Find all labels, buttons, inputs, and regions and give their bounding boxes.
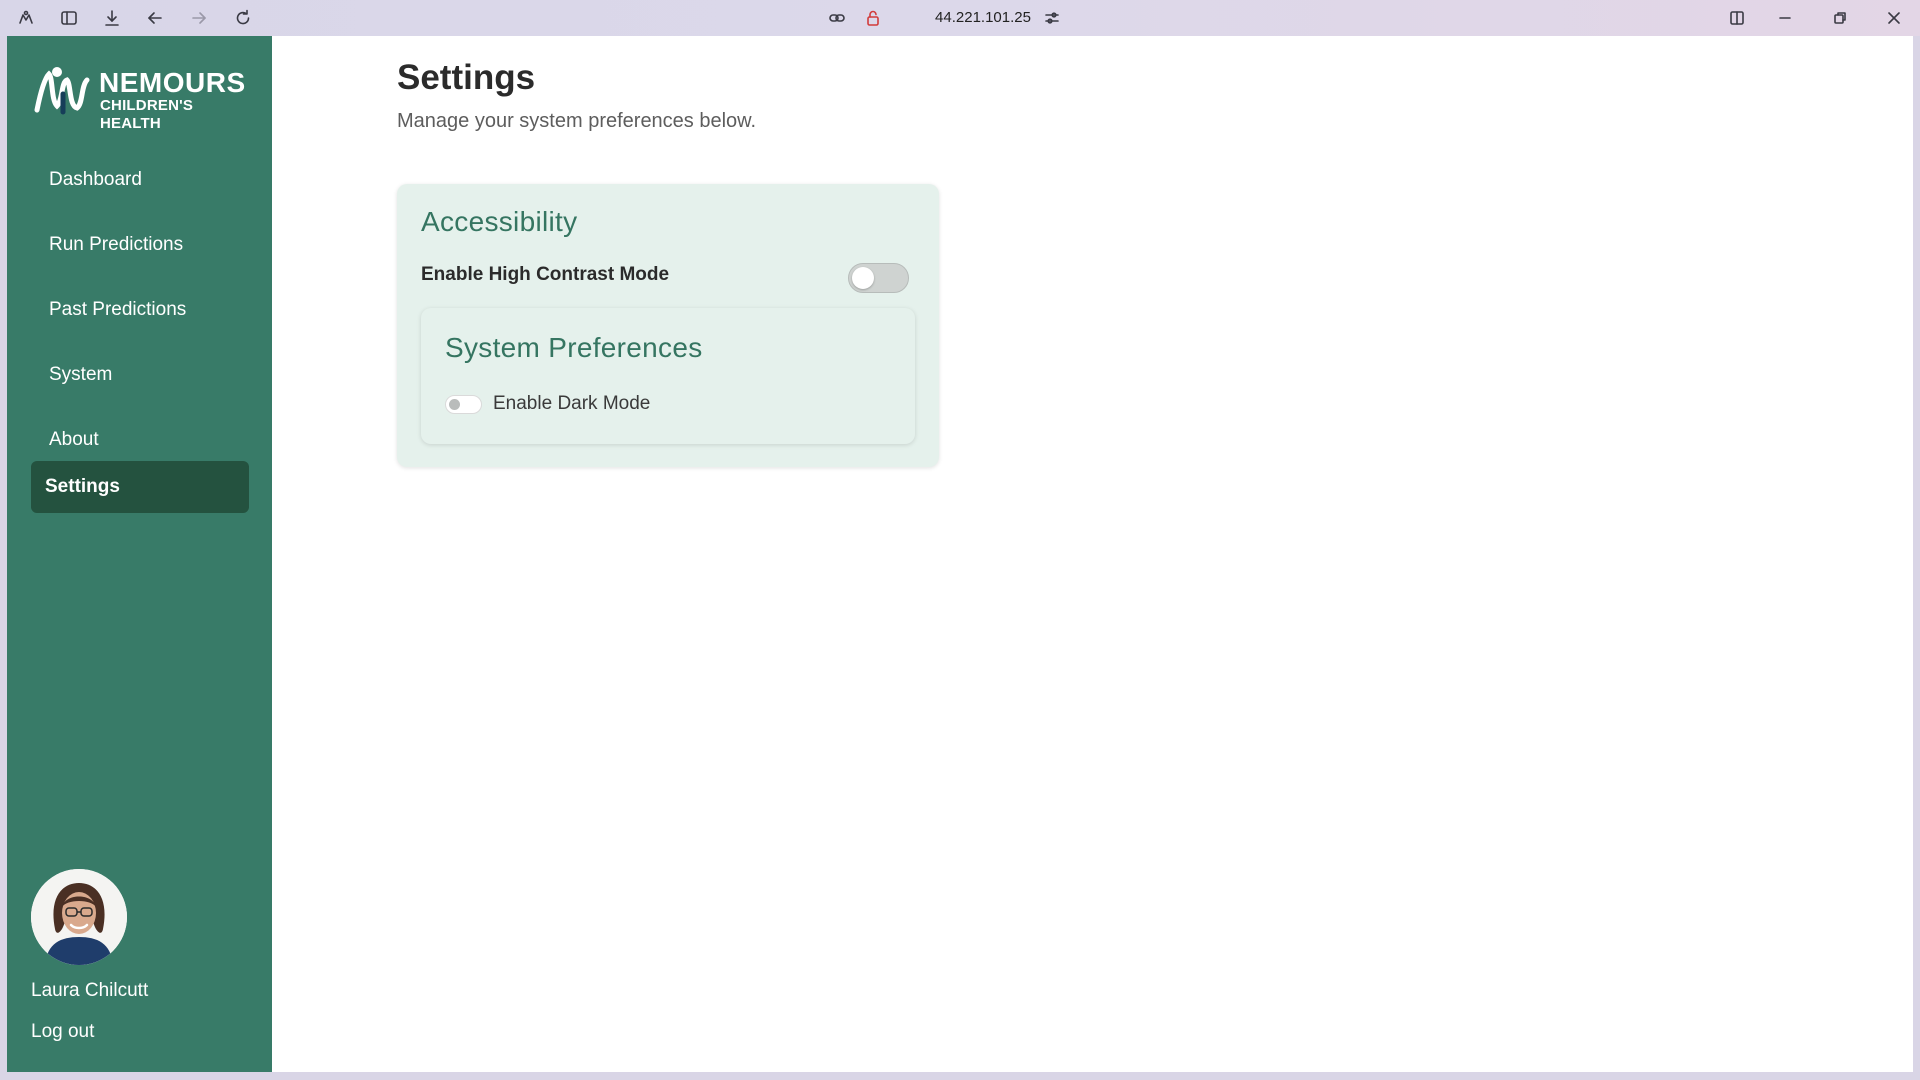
avatar[interactable] xyxy=(31,869,127,965)
user-photo-icon xyxy=(31,869,127,965)
close-icon[interactable] xyxy=(1880,4,1908,32)
page-subtitle: Manage your system preferences below. xyxy=(397,110,757,132)
accessibility-title: Accessibility xyxy=(421,206,578,237)
nemours-logo-icon xyxy=(34,67,90,115)
dark-mode-label[interactable]: Enable Dark Mode xyxy=(493,393,650,415)
split-view-icon[interactable] xyxy=(1723,4,1751,32)
user-name: Laura Chilcutt xyxy=(31,980,149,1001)
sidebar-item-system[interactable]: System xyxy=(31,349,249,401)
sidebar-item-about[interactable]: About xyxy=(31,414,249,466)
sidebar-item-dashboard[interactable]: Dashboard xyxy=(31,154,249,206)
extensions-icon[interactable] xyxy=(12,4,40,32)
high-contrast-label: Enable High Contrast Mode xyxy=(421,264,670,285)
lock-icon[interactable] xyxy=(859,4,887,32)
download-icon[interactable] xyxy=(98,4,126,32)
minimize-icon[interactable] xyxy=(1771,4,1799,32)
restore-icon[interactable] xyxy=(1826,4,1854,32)
page-title: Settings xyxy=(397,58,536,97)
brand-name: NEMOURS xyxy=(99,67,246,98)
system-preferences-card: System Preferences Enable Dark Mode xyxy=(421,308,915,444)
main-content: Settings Manage your system preferences … xyxy=(272,36,1913,1072)
dark-mode-toggle[interactable] xyxy=(445,395,482,414)
tune-icon[interactable] xyxy=(1038,4,1066,32)
sidebar-item-settings[interactable]: Settings xyxy=(31,461,249,513)
sidebar-item-run-predictions[interactable]: Run Predictions xyxy=(31,219,249,271)
toggle-knob xyxy=(449,399,460,410)
back-arrow-icon[interactable] xyxy=(141,4,169,32)
high-contrast-toggle[interactable] xyxy=(848,263,909,293)
sidebar-item-past-predictions[interactable]: Past Predictions xyxy=(31,284,249,336)
brand-logo[interactable]: NEMOURS CHILDREN'S HEALTH xyxy=(33,60,253,132)
accessibility-card: Accessibility Enable High Contrast Mode … xyxy=(397,184,939,467)
toggle-knob xyxy=(852,267,874,289)
brand-subtitle: CHILDREN'S HEALTH xyxy=(100,97,194,132)
forward-arrow-icon[interactable] xyxy=(185,4,213,32)
sidebar-toggle-icon[interactable] xyxy=(55,4,83,32)
sidebar: NEMOURS CHILDREN'S HEALTH Dashboard Run … xyxy=(7,36,272,1072)
system-preferences-title: System Preferences xyxy=(445,332,703,363)
app-window: NEMOURS CHILDREN'S HEALTH Dashboard Run … xyxy=(7,36,1913,1072)
reload-icon[interactable] xyxy=(229,4,257,32)
browser-toolbar: 44.221.101.25 xyxy=(0,0,1920,36)
logout-link[interactable]: Log out xyxy=(31,1021,94,1043)
link-icon[interactable] xyxy=(823,4,851,32)
address-bar-url[interactable]: 44.221.101.25 xyxy=(908,8,1058,28)
